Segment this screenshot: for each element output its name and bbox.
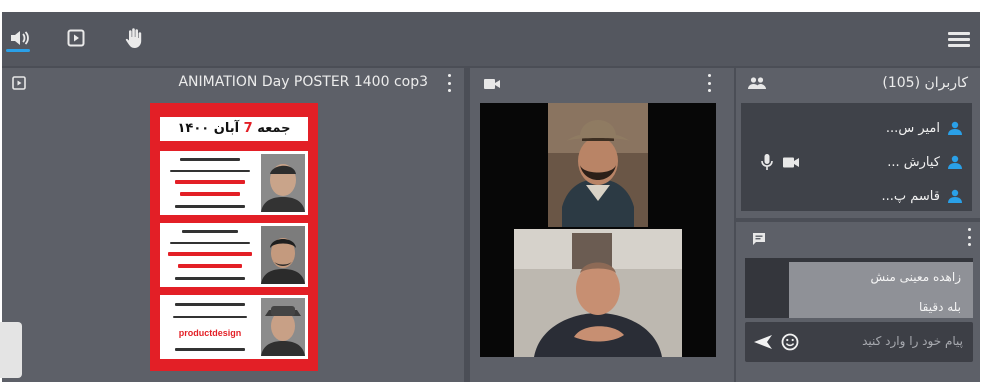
chat-icon — [753, 233, 765, 245]
menu-icon[interactable] — [948, 32, 970, 48]
users-group-icon — [748, 77, 766, 89]
camera-icon — [484, 79, 500, 89]
speaker-photo — [261, 298, 305, 356]
video-header — [470, 68, 734, 98]
presentation-options-icon[interactable] — [446, 74, 452, 92]
video-options-icon[interactable] — [706, 74, 712, 92]
poster-date-month: آبان ۱۴۰۰ — [177, 121, 240, 136]
send-icon[interactable] — [754, 335, 772, 349]
poster-slot-text: productdesign — [163, 298, 257, 356]
poster-slot — [160, 151, 308, 215]
user-name: کیارش ... — [887, 154, 940, 170]
webcam-feed[interactable] — [548, 103, 648, 227]
user-icon — [948, 189, 962, 203]
poster-slot — [160, 223, 308, 287]
poster-date-banner: جمعه 7 آبان ۱۴۰۰ — [160, 117, 308, 141]
poster-slot: productdesign — [160, 295, 308, 359]
hand-icon[interactable] — [118, 22, 150, 54]
chat-header — [736, 222, 980, 252]
screenshot-frame: ANIMATION Day POSTER 1400 cop3 کاربران (… — [0, 0, 985, 382]
presentation-icon — [12, 76, 26, 90]
top-toolbar — [2, 12, 980, 66]
chat-input-placeholder: پیام خود را وارد کنید — [862, 334, 963, 348]
speaker-photo — [261, 154, 305, 212]
emoji-icon[interactable] — [781, 333, 799, 351]
user-name: قاسم پ... — [881, 188, 941, 204]
poster-slot-heading: productdesign — [178, 328, 242, 338]
user-item[interactable]: قاسم پ... — [881, 185, 962, 207]
play-box-icon[interactable] — [60, 22, 92, 54]
user-item[interactable]: کیارش ... — [887, 151, 962, 173]
speaker-photo — [261, 226, 305, 284]
presentation-header: ANIMATION Day POSTER 1400 cop3 — [2, 68, 464, 98]
users-list: امیر س... کیارش ... قاسم پ... — [741, 103, 972, 211]
poster-date-day: جمعه — [257, 121, 291, 136]
chat-text: بله دقیقا — [919, 300, 961, 314]
users-count-title: کاربران (105) — [882, 75, 968, 91]
poster-image: جمعه 7 آبان ۱۴۰۰ productdesign — [150, 103, 318, 371]
poster-slot-text — [163, 226, 257, 284]
chat-sender: زاهده معینی منش — [870, 270, 961, 284]
camera-icon — [783, 157, 799, 168]
side-handle — [0, 322, 22, 378]
webcam-feed[interactable] — [514, 229, 682, 357]
active-tab-indicator — [6, 49, 30, 52]
user-icon — [948, 121, 962, 135]
user-item[interactable]: امیر س... — [886, 117, 962, 139]
presentation-title: ANIMATION Day POSTER 1400 cop3 — [178, 74, 428, 90]
microphone-icon — [761, 154, 773, 170]
user-name: امیر س... — [885, 120, 940, 136]
chat-input-bar[interactable]: پیام خود را وارد کنید — [745, 322, 973, 362]
poster-date-number: 7 — [243, 121, 253, 136]
users-header: کاربران (105) — [736, 68, 980, 98]
poster-slot-text — [163, 154, 257, 212]
chat-message: زاهده معینی منش بله دقیقا — [789, 262, 973, 318]
user-icon — [948, 155, 962, 169]
chat-options-icon[interactable] — [966, 228, 972, 246]
